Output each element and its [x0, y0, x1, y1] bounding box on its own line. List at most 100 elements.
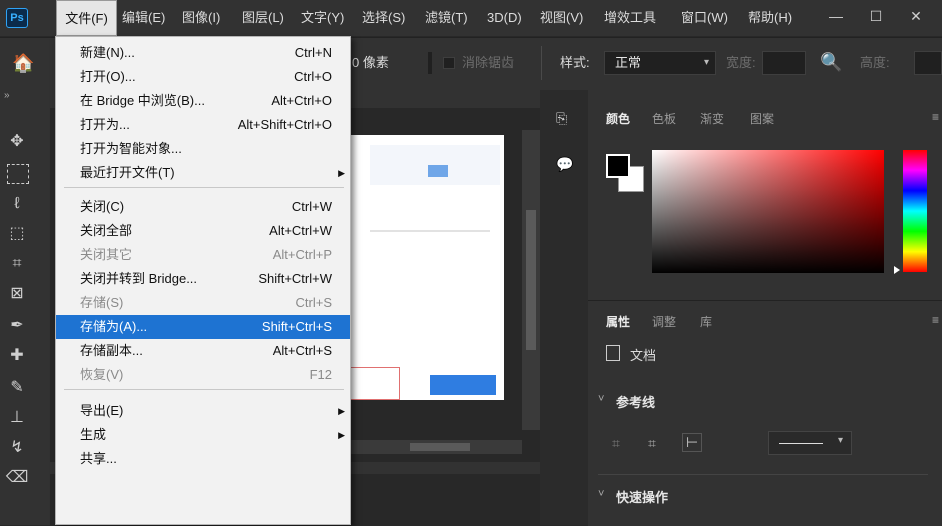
quick-actions-section-title[interactable]: 快速操作 — [616, 487, 668, 506]
expand-icon[interactable]: » — [4, 90, 10, 101]
width-label: 宽度: — [726, 55, 756, 70]
stamp-tool-icon[interactable]: ⊥ — [1, 404, 33, 432]
brush-tool-icon[interactable]: ✎ — [1, 374, 33, 402]
divider — [598, 474, 928, 475]
eraser-tool-icon[interactable]: ⌫ — [1, 464, 33, 492]
color-panel: 颜色 色板 渐变 图案 ≡ — [588, 90, 942, 295]
menu-select[interactable]: 选择(S) — [362, 0, 405, 36]
vertical-scroll-thumb[interactable] — [526, 210, 536, 350]
menu-help[interactable]: 帮助(H) — [748, 0, 792, 36]
menu-item-label: 关闭其它 — [80, 247, 133, 262]
chevron-down-icon: ▾ — [703, 57, 709, 68]
menu-item-label: 导出(E) — [80, 403, 124, 418]
search-icon[interactable]: 🔍 — [820, 50, 842, 74]
guide-style-select[interactable]: ▾ — [768, 431, 852, 455]
properties-panel: 属性 调整 库 ≡ 文档 ˅ 参考线 ⌗ ⌗ ⊢ ▾ ˅ 快速操作 — [588, 300, 942, 526]
menu-item[interactable]: 新建(N)... Ctrl+N — [56, 41, 350, 65]
crop-tool-icon[interactable]: ⌗ — [1, 250, 33, 278]
menu-item[interactable]: 关闭(C) Ctrl+W — [56, 195, 350, 219]
menu-item[interactable]: 关闭全部 Alt+Ctrl+W — [56, 219, 350, 243]
home-icon[interactable]: 🏠 — [12, 52, 34, 74]
menu-item[interactable]: 在 Bridge 中浏览(B)... Alt+Ctrl+O — [56, 89, 350, 113]
menu-layer[interactable]: 图层(L) — [242, 0, 284, 36]
menu-type[interactable]: 文字(Y) — [301, 0, 344, 36]
tab-properties[interactable]: 属性 — [606, 313, 630, 330]
hue-slider-pointer[interactable] — [894, 266, 900, 274]
menu-edit[interactable]: 编辑(E) — [122, 0, 165, 36]
menu-plugins[interactable]: 增效工具 — [604, 0, 656, 36]
menu-item[interactable]: 共享... — [56, 447, 350, 471]
menu-separator — [64, 389, 344, 390]
menu-item[interactable]: 导出(E) ▶ — [56, 399, 350, 423]
menu-item-label: 共享... — [80, 451, 117, 466]
color-field[interactable] — [652, 150, 884, 273]
style-label: 样式: — [560, 55, 590, 70]
foreground-color-swatch[interactable] — [606, 154, 630, 178]
guides-section-title[interactable]: 参考线 — [616, 392, 655, 411]
frame-tool-icon[interactable]: ⊠ — [1, 280, 33, 308]
height-input[interactable] — [914, 51, 942, 75]
menu-item[interactable]: 最近打开文件(T) ▶ — [56, 161, 350, 185]
marquee-tool-icon[interactable] — [7, 164, 29, 184]
panel-dock-strip: ⎘ 💬 — [540, 90, 588, 525]
menu-window[interactable]: 窗口(W) — [681, 0, 728, 36]
vertical-scrollbar[interactable] — [522, 130, 540, 430]
menu-item-label: 关闭全部 — [80, 223, 133, 238]
menu-item[interactable]: 存储为(A)... Shift+Ctrl+S — [56, 315, 350, 339]
maximize-button[interactable]: ☐ — [856, 2, 896, 32]
panel-menu-icon[interactable]: ≡ — [932, 313, 939, 327]
object-select-tool-icon[interactable]: ⬚ — [1, 220, 33, 248]
menu-item[interactable]: 打开为智能对象... — [56, 137, 350, 161]
lock-guides-icon[interactable]: ⌗ — [648, 435, 656, 452]
menu-item[interactable]: 生成 ▶ — [56, 423, 350, 447]
history-icon[interactable]: ⎘ — [556, 110, 567, 127]
menu-item-shortcut: Ctrl+W — [291, 199, 332, 214]
feather-input[interactable]: 0 像素 — [352, 51, 432, 75]
menu-3d[interactable]: 3D(D) — [487, 0, 522, 36]
menu-image[interactable]: 图像(I) — [182, 0, 220, 36]
comments-icon[interactable]: 💬 — [556, 156, 573, 173]
tab-patterns[interactable]: 图案 — [750, 110, 774, 127]
canvas-button — [430, 375, 496, 395]
minimize-button[interactable]: — — [816, 2, 856, 32]
menu-item[interactable]: 打开为... Alt+Shift+Ctrl+O — [56, 113, 350, 137]
tab-libraries[interactable]: 库 — [700, 313, 712, 330]
style-select[interactable]: 正常 ▾ — [604, 51, 716, 75]
menu-item-label: 关闭并转到 Bridge... — [80, 271, 198, 286]
menu-item[interactable]: 打开(O)... Ctrl+O — [56, 65, 350, 89]
menu-item-shortcut: Ctrl+O — [294, 69, 332, 84]
tab-adjustments[interactable]: 调整 — [652, 313, 676, 330]
panel-menu-icon[interactable]: ≡ — [932, 110, 939, 124]
history-brush-tool-icon[interactable]: ↯ — [1, 434, 33, 462]
move-tool-icon[interactable]: ✥ — [1, 128, 33, 156]
tools-panel: » ✥ ℓ ⬚ ⌗ ⊠ ✒ ✚ ✎ ⊥ ↯ ⌫ — [0, 90, 50, 525]
menu-item-shortcut: Alt+Ctrl+P — [272, 247, 332, 262]
canvas-red-box — [350, 367, 400, 400]
eyedropper-tool-icon[interactable]: ✒ — [1, 312, 33, 340]
chevron-down-icon[interactable]: ˅ — [598, 488, 604, 500]
menu-file[interactable]: 文件(F) — [56, 0, 117, 36]
antialias-label: 消除锯齿 — [462, 55, 515, 70]
menu-item-label: 存储为(A)... — [80, 319, 148, 334]
close-button[interactable]: ✕ — [896, 2, 936, 32]
horizontal-scrollbar[interactable] — [350, 440, 522, 454]
document-canvas[interactable] — [350, 135, 504, 400]
tab-swatches[interactable]: 色板 — [652, 110, 676, 127]
menu-item[interactable]: 存储副本... Alt+Ctrl+S — [56, 339, 350, 363]
canvas-line — [370, 230, 490, 232]
antialias-checkbox[interactable] — [443, 57, 455, 69]
chevron-down-icon[interactable]: ˅ — [598, 393, 604, 405]
menu-view[interactable]: 视图(V) — [540, 0, 583, 36]
menu-item[interactable]: 关闭并转到 Bridge... Shift+Ctrl+W — [56, 267, 350, 291]
tab-gradients[interactable]: 渐变 — [700, 110, 724, 127]
lasso-tool-icon[interactable]: ℓ — [1, 190, 33, 218]
healing-brush-tool-icon[interactable]: ✚ — [1, 342, 33, 370]
grid-icon[interactable]: ⌗ — [612, 435, 620, 452]
tab-color[interactable]: 颜色 — [606, 110, 630, 127]
width-input[interactable] — [762, 51, 806, 75]
horizontal-scroll-thumb[interactable] — [410, 443, 470, 451]
menu-item-label: 打开(O)... — [80, 69, 136, 84]
hue-slider[interactable] — [903, 150, 927, 272]
smart-guides-icon[interactable]: ⊢ — [682, 433, 703, 452]
menu-filter[interactable]: 滤镜(T) — [425, 0, 468, 36]
